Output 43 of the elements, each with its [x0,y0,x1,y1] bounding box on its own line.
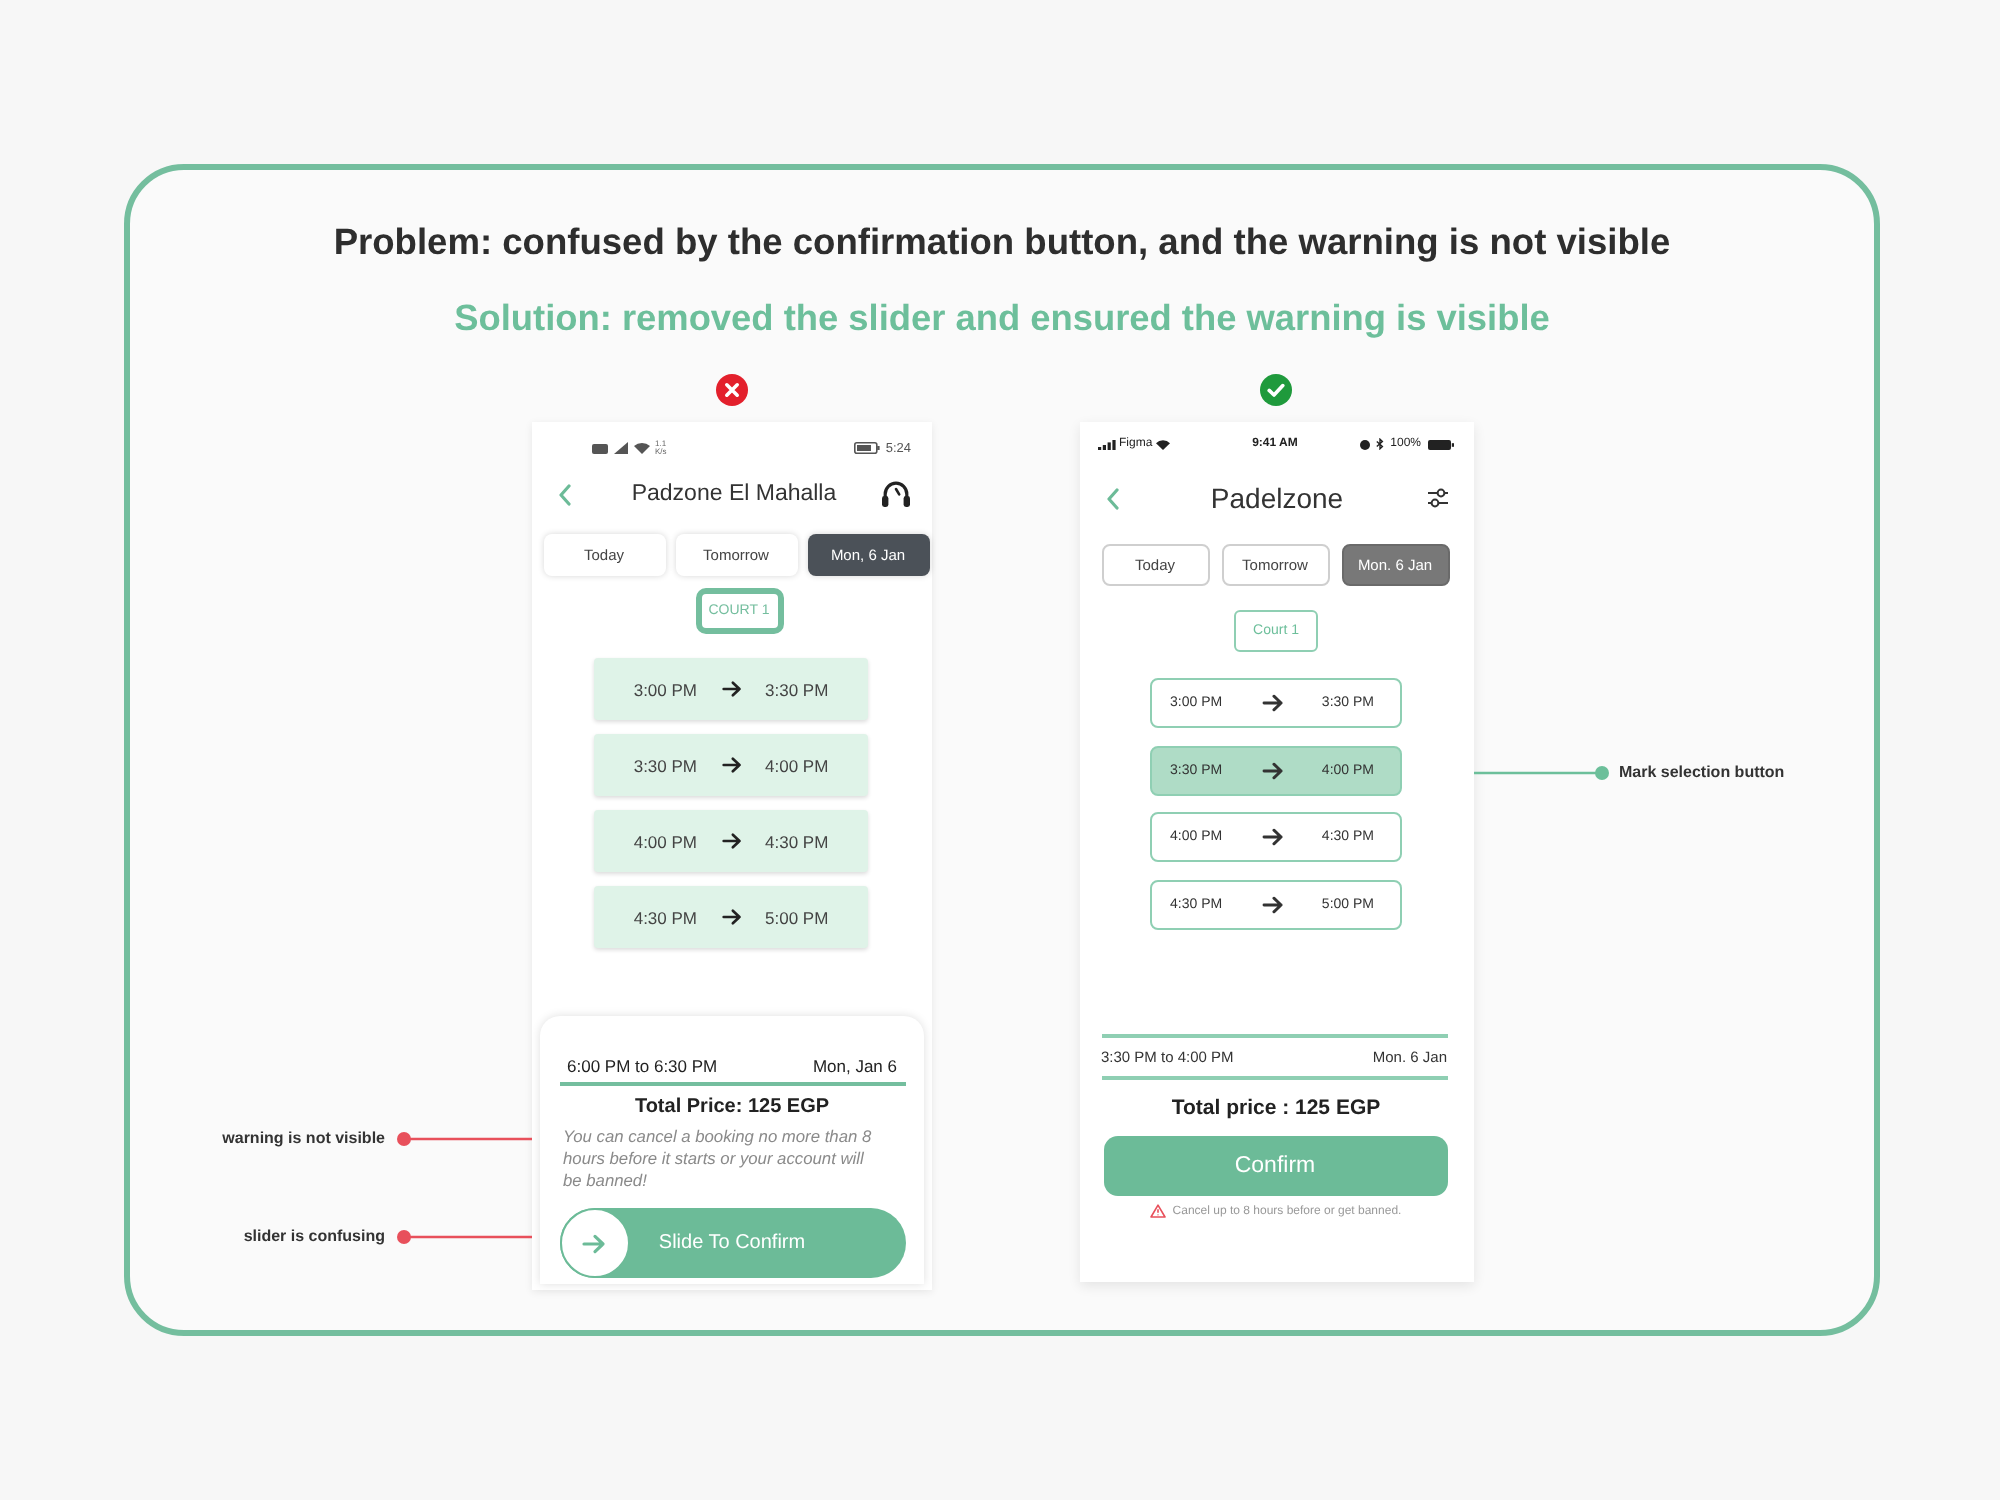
back-icon[interactable] [1105,487,1119,509]
warning-icon [1150,1204,1167,1218]
leader-line [395,1228,531,1244]
problem-heading: Problem: confused by the confirmation button, and the warning is not visible [333,218,1671,266]
alarm-icon [1360,439,1371,449]
annotation-label: slider is confusing [243,1227,385,1245]
time-slot[interactable]: 3:00 PM 3:30 PM [594,658,868,720]
arrow-icon [1261,694,1283,712]
total-price: Total Price: 125 EGP [632,1094,832,1120]
wifi-icon [1156,439,1171,449]
arrow-icon [721,756,741,774]
arrow-icon [1261,895,1283,913]
total-price: Total price : 125 EGP [1169,1093,1383,1123]
leader-line [395,1130,531,1146]
booking-date: Mon, Jan 6 [812,1054,897,1078]
headset-icon[interactable] [879,478,911,510]
screen-title: Padzone El Mahalla [631,482,837,506]
arrow-icon [721,832,741,850]
wifi-icon [633,442,649,454]
arrow-icon [721,908,741,926]
signal-icon [613,442,627,454]
solution-heading: Solution: removed the slider and ensured the warning is visible [454,296,1550,342]
arrow-icon [721,680,741,698]
network-badge-icon [591,443,607,453]
warning-text: You can cancel a booking no more than 8 hours before it starts or your account will be banned! [563,1126,874,1192]
sliders-icon[interactable] [1425,486,1449,510]
annotation-label: warning is not visible [222,1129,385,1147]
battery-icon [1427,439,1453,449]
time-slot[interactable]: 4:30 PM 5:00 PM [594,886,868,948]
back-icon[interactable] [557,483,571,505]
arrow-icon [1261,761,1283,779]
time-range: 6:00 PM to 6:30 PM [567,1054,718,1078]
time-slot[interactable]: 3:30 PM 4:00 PM [594,734,868,796]
annotation-label: Mark selection button [1619,763,1785,781]
bluetooth-icon [1376,438,1385,450]
leader-line [1473,764,1609,780]
arrow-icon [582,1233,606,1253]
battery-icon [853,442,880,454]
time-slot[interactable]: 4:00 PM 4:30 PM [594,810,868,872]
arrow-icon [1261,828,1283,846]
signal-icon [1097,439,1115,449]
screen-title: Padelzone [1210,482,1344,514]
slider-handle[interactable] [559,1208,629,1278]
